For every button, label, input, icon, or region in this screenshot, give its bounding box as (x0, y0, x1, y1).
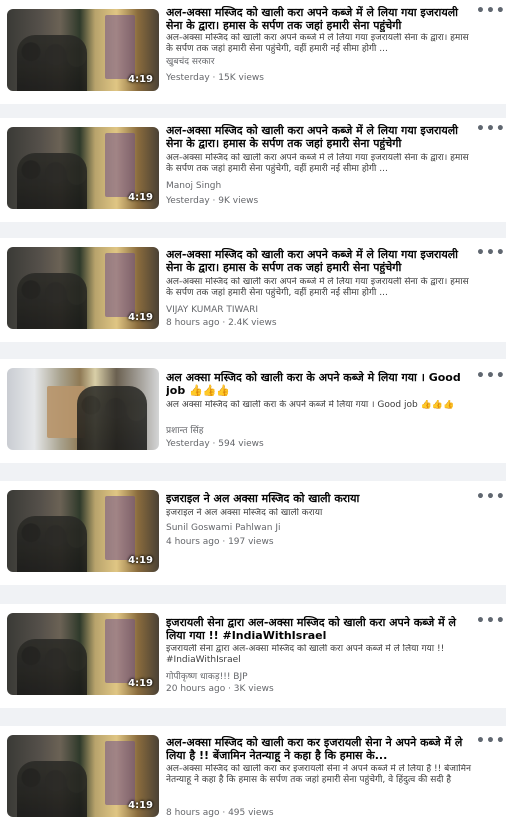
video-title[interactable]: अल अक्सा मस्जिद को खाली करा के अपने कब्ज… (166, 371, 474, 397)
video-author[interactable]: Manoj Singh (166, 181, 221, 192)
video-title[interactable]: इजरायली सेना द्वारा अल-अक्सा मस्जिद को ख… (166, 616, 474, 642)
video-thumbnail[interactable]: 4:19 (7, 490, 159, 572)
video-description: अल-अक्सा मस्जिद को खाली करा कर इजरायली स… (166, 764, 471, 785)
more-options-icon[interactable]: ••• (476, 734, 505, 750)
video-thumbnail[interactable]: 4:19 (7, 613, 159, 695)
video-description: इजराइल ने अल अक्सा मस्जिद को खाली कराया (166, 508, 323, 518)
video-meta: 8 hours ago · 495 views (166, 808, 274, 818)
more-options-icon[interactable]: ••• (476, 369, 505, 385)
video-title[interactable]: अल-अक्सा मस्जिद को खाली करा अपने कब्जे म… (166, 6, 474, 32)
more-options-icon[interactable]: ••• (476, 4, 505, 20)
video-description: अल-अक्सा मस्जिद को खाली करा अपने कब्जे म… (166, 277, 469, 298)
video-meta: Yesterday · 9K views (166, 196, 259, 206)
video-thumbnail[interactable]: 4:19 (7, 735, 159, 817)
more-options-icon[interactable]: ••• (476, 614, 505, 630)
video-author[interactable]: VIJAY KUMAR TIWARI (166, 305, 258, 316)
video-duration: 4:19 (128, 800, 153, 811)
video-description: अल-अक्सा मस्जिद को खाली करा अपने कब्जे म… (166, 33, 469, 54)
video-thumbnail[interactable] (7, 368, 159, 450)
video-title[interactable]: अल-अक्सा मस्जिद को खाली करा अपने कब्जे म… (166, 248, 474, 274)
video-thumbnail[interactable]: 4:19 (7, 127, 159, 209)
video-duration: 4:19 (128, 74, 153, 85)
video-author[interactable]: खुबचंद सरकार (166, 57, 215, 68)
video-result-card[interactable]: 4:19 इजराइल ने अल अक्सा मस्जिद को खाली क… (0, 481, 506, 585)
video-duration: 4:19 (128, 192, 153, 203)
video-meta: Yesterday · 594 views (166, 439, 264, 449)
video-meta: 4 hours ago · 197 views (166, 537, 274, 547)
video-author[interactable]: गोपीकृष्ण धाकड़!!! BJP (166, 672, 248, 683)
more-options-icon[interactable]: ••• (476, 246, 505, 262)
video-title[interactable]: अल-अक्सा मस्जिद को खाली करा कर इजरायली स… (166, 736, 474, 762)
video-thumbnail[interactable]: 4:19 (7, 9, 159, 91)
video-duration: 4:19 (128, 312, 153, 323)
video-description: अल अक्सा मस्जिद को खाली करा के अपने कब्ज… (166, 400, 455, 410)
video-meta: 8 hours ago · 2.4K views (166, 318, 277, 328)
video-result-card[interactable]: 4:19 अल-अक्सा मस्जिद को खाली करा अपने कब… (0, 238, 506, 342)
video-meta: Yesterday · 15K views (166, 73, 264, 83)
video-title[interactable]: अल-अक्सा मस्जिद को खाली करा अपने कब्जे म… (166, 124, 474, 150)
video-result-card[interactable]: 4:19 अल-अक्सा मस्जिद को खाली करा कर इजरा… (0, 726, 506, 830)
more-options-icon[interactable]: ••• (476, 122, 505, 138)
video-duration: 4:19 (128, 678, 153, 689)
video-thumbnail[interactable]: 4:19 (7, 247, 159, 329)
video-description: इजरायली सेना द्वारा अल-अक्सा मस्जिद को ख… (166, 644, 445, 665)
video-description: अल-अक्सा मस्जिद को खाली करा अपने कब्जे म… (166, 153, 469, 174)
video-author[interactable]: Sunil Goswami Pahlwan Ji (166, 523, 281, 534)
video-duration: 4:19 (128, 555, 153, 566)
video-meta: 20 hours ago · 3K views (166, 684, 274, 694)
video-author[interactable]: प्रशान्त सिंह (166, 426, 204, 437)
video-result-card[interactable]: 4:19 अल-अक्सा मस्जिद को खाली करा अपने कब… (0, 118, 506, 222)
video-title[interactable]: इजराइल ने अल अक्सा मस्जिद को खाली कराया (166, 492, 474, 505)
video-results-feed: 4:19 अल-अक्सा मस्जिद को खाली करा अपने कब… (0, 0, 506, 830)
video-result-card[interactable]: 4:19 इजरायली सेना द्वारा अल-अक्सा मस्जिद… (0, 604, 506, 708)
video-result-card[interactable]: अल अक्सा मस्जिद को खाली करा के अपने कब्ज… (0, 359, 506, 463)
more-options-icon[interactable]: ••• (476, 490, 505, 506)
video-result-card[interactable]: 4:19 अल-अक्सा मस्जिद को खाली करा अपने कब… (0, 0, 506, 104)
